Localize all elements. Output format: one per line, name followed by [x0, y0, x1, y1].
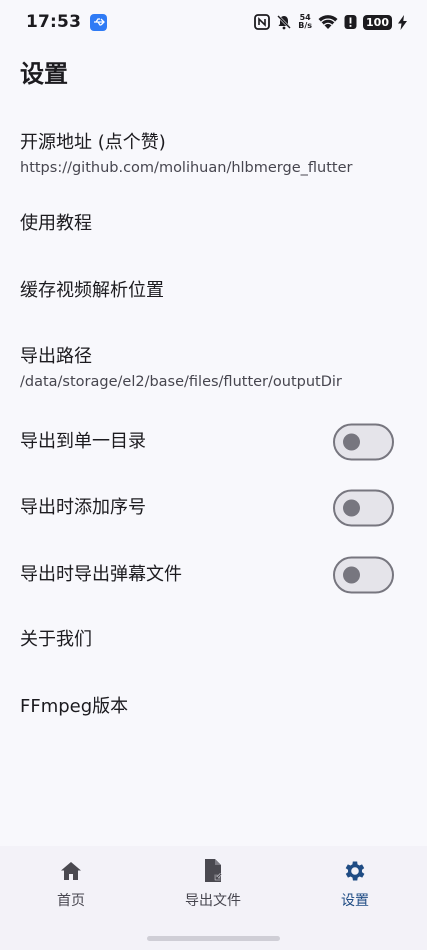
setting-text: 开源地址 (点个赞) https://github.com/molihuan/h… — [20, 130, 352, 178]
home-icon — [58, 858, 84, 884]
setting-add-sequence[interactable]: 导出时添加序号 — [0, 480, 427, 536]
nav-label: 导出文件 — [185, 893, 241, 909]
setting-open-source[interactable]: 开源地址 (点个赞) https://github.com/molihuan/h… — [0, 123, 427, 185]
nav-label: 首页 — [57, 893, 85, 909]
setting-title: 开源地址 (点个赞) — [20, 132, 166, 153]
setting-export-single-dir[interactable]: 导出到单一目录 — [0, 414, 427, 470]
setting-about-us[interactable]: 关于我们 — [0, 612, 427, 668]
nav-label: 设置 — [341, 893, 369, 909]
wifi-icon — [318, 14, 338, 30]
setting-title: 使用教程 — [20, 213, 92, 234]
alert-icon — [344, 14, 357, 30]
setting-subtitle: /data/storage/el2/base/files/flutter/out… — [20, 374, 342, 390]
usb-icon — [90, 13, 108, 31]
add-sequence-switch[interactable] — [333, 489, 394, 527]
setting-tutorial[interactable]: 使用教程 — [0, 196, 427, 252]
nav-item-settings[interactable]: 设置 — [295, 858, 415, 910]
clock: 17:53 — [26, 12, 82, 32]
setting-title: FFmpeg版本 — [20, 696, 129, 717]
switch-thumb — [343, 566, 360, 584]
setting-title: 导出时导出弹幕文件 — [20, 564, 182, 585]
bottom-navigation: 首页 导出文件 设置 — [0, 846, 427, 950]
switch-thumb — [343, 433, 360, 451]
setting-title: 导出到单一目录 — [20, 431, 146, 452]
export-danmaku-switch[interactable] — [333, 556, 394, 594]
file-export-icon — [200, 858, 226, 884]
battery-level: 100 — [366, 15, 389, 29]
setting-title: 缓存视频解析位置 — [20, 280, 164, 301]
settings-screen: 17:53 54 B/s 100 设置 开源地址 (点个赞) https://g… — [0, 0, 427, 950]
setting-ffmpeg-version[interactable]: FFmpeg版本 — [0, 679, 427, 735]
nfc-icon — [254, 14, 271, 30]
setting-text: 导出路径 /data/storage/el2/base/files/flutte… — [20, 344, 342, 392]
status-bar: 17:53 54 B/s 100 — [0, 0, 427, 44]
net-speed: 54 B/s — [298, 14, 312, 30]
setting-title: 导出路径 — [20, 346, 92, 367]
charging-icon — [398, 14, 407, 30]
switch-thumb — [343, 499, 360, 517]
export-single-dir-switch[interactable] — [333, 423, 394, 461]
setting-export-path[interactable]: 导出路径 /data/storage/el2/base/files/flutte… — [0, 340, 427, 396]
setting-title: 导出时添加序号 — [20, 497, 146, 518]
setting-cache-location[interactable]: 缓存视频解析位置 — [0, 263, 427, 319]
net-speed-unit: B/s — [298, 21, 313, 30]
setting-subtitle: https://github.com/molihuan/hlbmerge_flu… — [20, 160, 353, 176]
status-icons: 54 B/s 100 — [254, 14, 407, 30]
gear-icon — [342, 858, 368, 884]
setting-export-danmaku[interactable]: 导出时导出弹幕文件 — [0, 547, 427, 603]
battery-indicator: 100 — [363, 14, 392, 30]
home-indicator[interactable] — [147, 936, 280, 941]
setting-title: 关于我们 — [20, 629, 92, 650]
page-title: 设置 — [20, 60, 68, 88]
nav-item-export-files[interactable]: 导出文件 — [153, 858, 273, 910]
mute-bell-icon — [276, 14, 292, 30]
nav-item-home[interactable]: 首页 — [11, 858, 131, 910]
